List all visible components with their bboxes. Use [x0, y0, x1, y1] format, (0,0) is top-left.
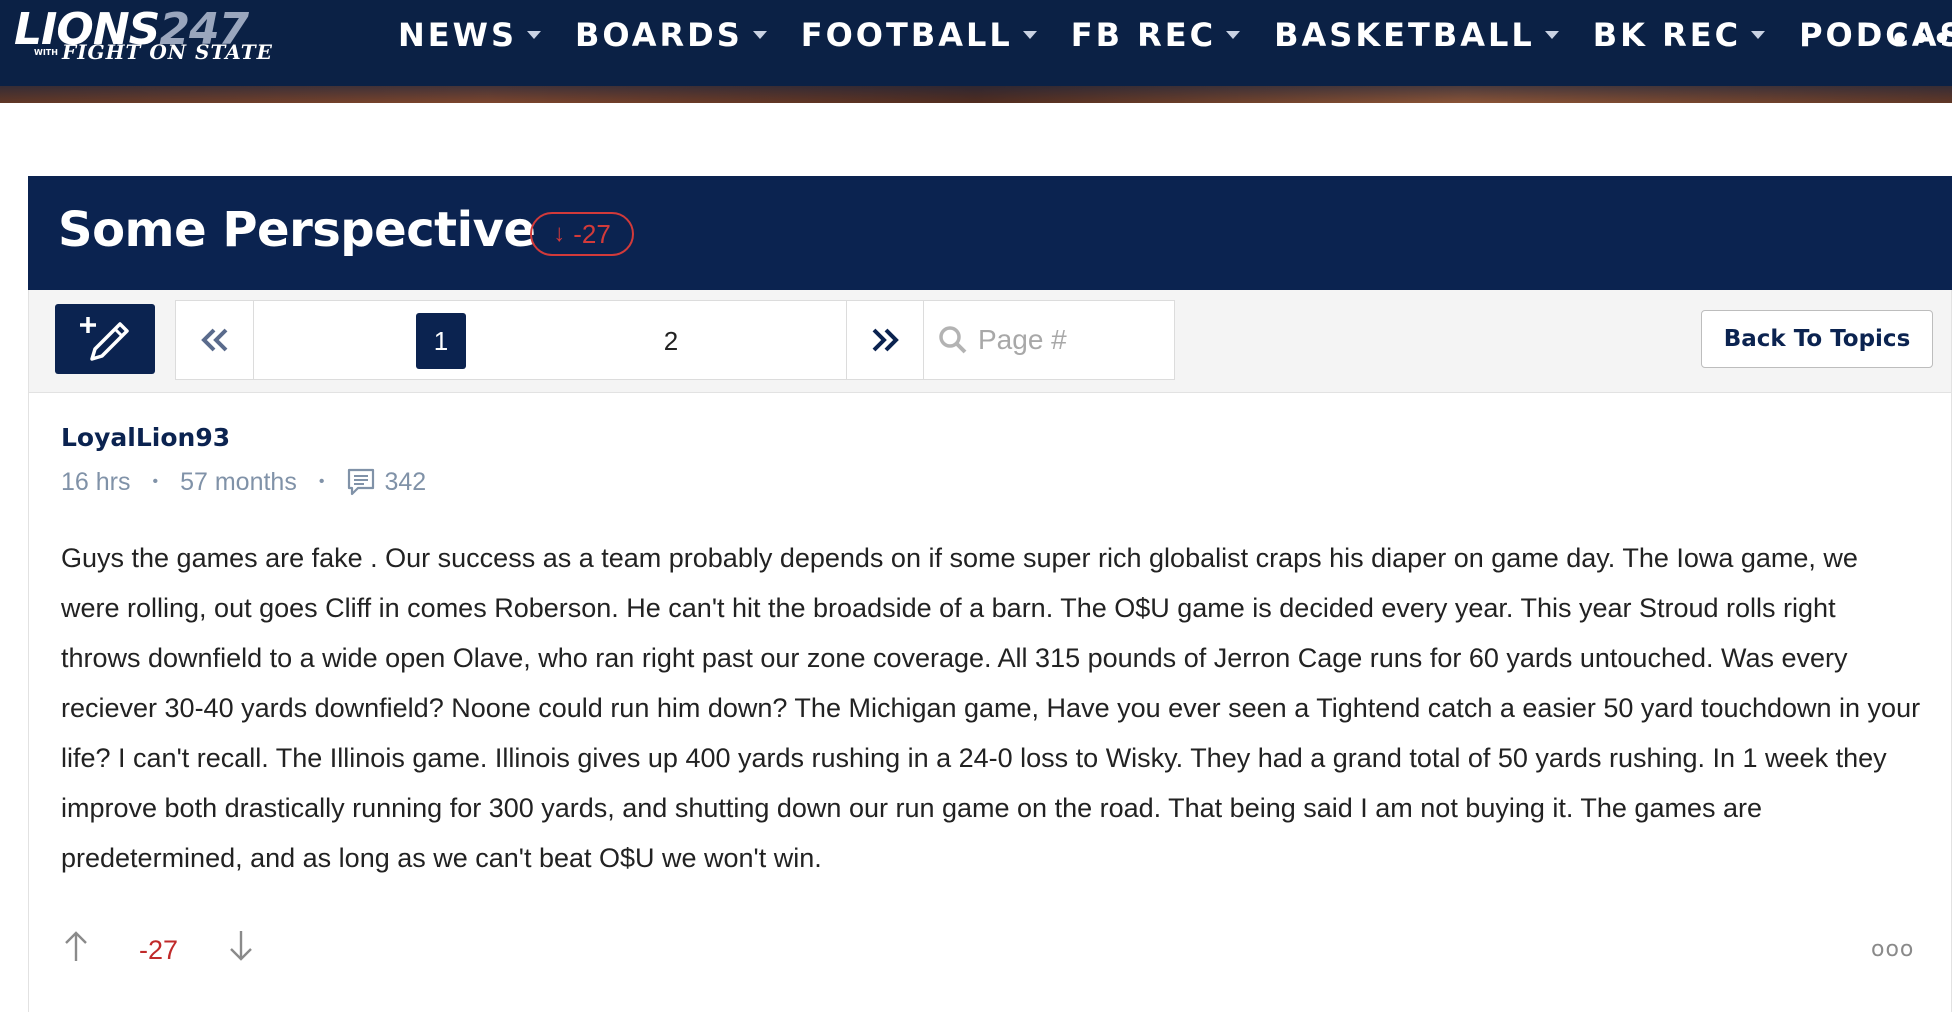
page-button-1[interactable]: 1	[416, 313, 466, 369]
header-banner-strip	[0, 86, 1952, 103]
double-chevron-right-icon	[872, 328, 899, 352]
author-tenure: 57 months	[180, 467, 297, 496]
post-time: 16 hrs	[61, 467, 131, 496]
page-title: Some Perspective	[58, 202, 536, 258]
chevron-down-icon	[526, 31, 541, 39]
post-meta: 16 hrs • 57 months • 342	[61, 467, 426, 497]
separator-dot: •	[152, 473, 159, 490]
chevron-down-icon	[1022, 31, 1037, 39]
more-menu-icon[interactable]: •••	[1890, 22, 1952, 57]
nav-item-boards[interactable]: BOARDS	[575, 16, 767, 54]
post-body: Guys the games are fake . Our success as…	[61, 543, 1921, 873]
post-vote-controls: -27	[59, 929, 258, 972]
arrow-down-icon: ↓	[553, 220, 566, 247]
chevron-down-icon	[1226, 31, 1241, 39]
page-number-input[interactable]	[978, 324, 1128, 356]
pagination: 1 2	[175, 300, 1175, 380]
last-page-button[interactable]	[846, 301, 924, 379]
new-post-button[interactable]	[55, 304, 155, 374]
post: LoyalLion93 16 hrs • 57 months • 342 Guy…	[28, 392, 1952, 1012]
search-icon	[939, 326, 967, 354]
post-options-icon[interactable]: ooo	[1871, 937, 1914, 962]
thread-score-badge: ↓ -27	[530, 212, 634, 256]
thread-toolbar: 1 2 Back To Topics	[28, 290, 1952, 392]
nav-item-news[interactable]: NEWS	[398, 16, 541, 54]
author-post-count[interactable]: 342	[384, 468, 426, 497]
back-to-topics-button[interactable]: Back To Topics	[1701, 310, 1933, 368]
nav-menu: NEWS BOARDS FOOTBALL FB REC BASKETBALL B…	[398, 0, 1952, 70]
page-jump	[924, 301, 1174, 379]
chevron-down-icon	[752, 31, 767, 39]
post-author[interactable]: LoyalLion93	[61, 423, 230, 452]
chevron-down-icon	[1544, 31, 1559, 39]
nav-item-basketball[interactable]: BASKETBALL	[1274, 16, 1559, 54]
top-nav: LIONS247 WITH FIGHT ON STATE NEWS BOARDS…	[0, 0, 1952, 103]
compose-pencil-icon	[80, 317, 129, 361]
nav-item-bk-rec[interactable]: BK REC	[1593, 16, 1766, 54]
comment-icon	[346, 467, 376, 497]
thread-header: Some Perspective ↓ -27	[28, 176, 1952, 290]
post-score: -27	[139, 935, 179, 965]
site-logo[interactable]: LIONS247 WITH FIGHT ON STATE	[14, 4, 354, 68]
nav-item-football[interactable]: FOOTBALL	[801, 16, 1037, 54]
chevron-down-icon	[1751, 31, 1766, 39]
nav-item-fb-rec[interactable]: FB REC	[1071, 16, 1241, 54]
page-button-2[interactable]: 2	[646, 313, 696, 369]
downvote-arrow-icon[interactable]	[224, 929, 258, 972]
double-chevron-left-icon	[200, 328, 227, 352]
first-page-button[interactable]	[176, 301, 254, 379]
upvote-arrow-icon[interactable]	[59, 929, 93, 972]
separator-dot: •	[318, 473, 325, 490]
